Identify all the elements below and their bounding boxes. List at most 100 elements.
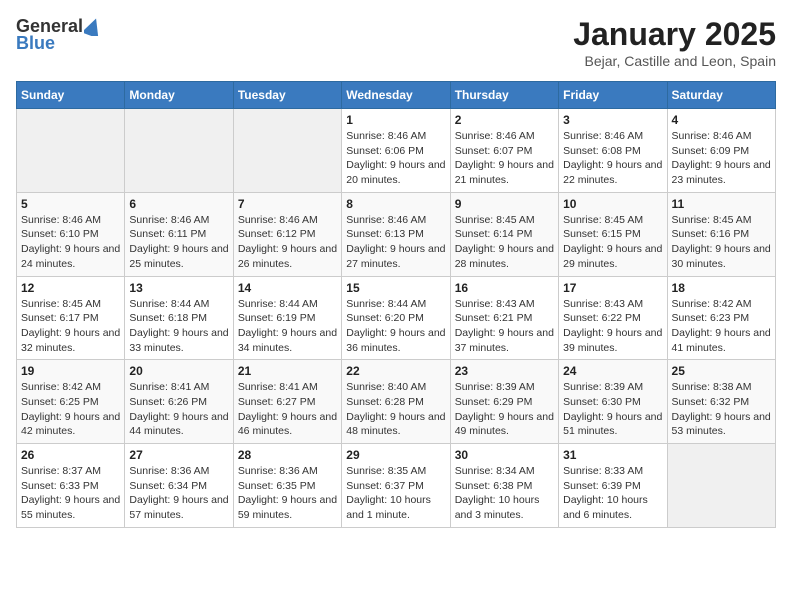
page-subtitle: Bejar, Castille and Leon, Spain — [573, 53, 776, 69]
day-info: Sunrise: 8:46 AM Sunset: 6:08 PM Dayligh… — [563, 129, 662, 188]
day-number: 20 — [129, 364, 228, 378]
day-number: 14 — [238, 281, 337, 295]
calendar-cell: 22 Sunrise: 8:40 AM Sunset: 6:28 PM Dayli… — [342, 360, 450, 444]
calendar-cell: 19Sunrise: 8:42 AM Sunset: 6:25 PM Dayli… — [17, 360, 125, 444]
calendar-cell: 17Sunrise: 8:43 AM Sunset: 6:22 PM Dayli… — [559, 276, 667, 360]
calendar-cell: 6 Sunrise: 8:46 AM Sunset: 6:11 PM Daylig… — [125, 192, 233, 276]
day-number: 12 — [21, 281, 120, 295]
column-header-friday: Friday — [559, 82, 667, 109]
calendar-week-row: 19Sunrise: 8:42 AM Sunset: 6:25 PM Dayli… — [17, 360, 776, 444]
day-info: Sunrise: 8:46 AM Sunset: 6:07 PM Dayligh… — [455, 129, 554, 188]
day-info: Sunrise: 8:37 AM Sunset: 6:33 PM Dayligh… — [21, 464, 120, 523]
page-title: January 2025 — [573, 16, 776, 53]
column-header-tuesday: Tuesday — [233, 82, 341, 109]
logo-icon — [84, 18, 102, 36]
day-number: 25 — [672, 364, 771, 378]
calendar-cell: 18 Sunrise: 8:42 AM Sunset: 6:23 PM Dayli… — [667, 276, 775, 360]
day-info: Sunrise: 8:44 AM Sunset: 6:18 PM Dayligh… — [129, 297, 228, 356]
day-info: Sunrise: 8:45 AM Sunset: 6:14 PM Dayligh… — [455, 213, 554, 272]
calendar-cell: 7 Sunrise: 8:46 AM Sunset: 6:12 PM Daylig… — [233, 192, 341, 276]
calendar-cell — [667, 444, 775, 528]
day-info: Sunrise: 8:43 AM Sunset: 6:22 PM Dayligh… — [563, 297, 662, 356]
day-number: 16 — [455, 281, 554, 295]
day-number: 15 — [346, 281, 445, 295]
day-number: 28 — [238, 448, 337, 462]
calendar-cell — [125, 109, 233, 193]
day-info: Sunrise: 8:45 AM Sunset: 6:17 PM Dayligh… — [21, 297, 120, 356]
day-number: 23 — [455, 364, 554, 378]
calendar-cell: 25Sunrise: 8:38 AM Sunset: 6:32 PM Dayli… — [667, 360, 775, 444]
calendar-cell: 20 Sunrise: 8:41 AM Sunset: 6:26 PM Dayli… — [125, 360, 233, 444]
calendar-cell: 4 Sunrise: 8:46 AM Sunset: 6:09 PM Daylig… — [667, 109, 775, 193]
day-info: Sunrise: 8:45 AM Sunset: 6:15 PM Dayligh… — [563, 213, 662, 272]
calendar-cell — [17, 109, 125, 193]
day-info: Sunrise: 8:39 AM Sunset: 6:29 PM Dayligh… — [455, 380, 554, 439]
calendar-cell: 14 Sunrise: 8:44 AM Sunset: 6:19 PM Dayli… — [233, 276, 341, 360]
day-number: 8 — [346, 197, 445, 211]
day-number: 11 — [672, 197, 771, 211]
calendar-cell: 31Sunrise: 8:33 AM Sunset: 6:39 PM Dayli… — [559, 444, 667, 528]
day-number: 5 — [21, 197, 120, 211]
calendar-cell: 21Sunrise: 8:41 AM Sunset: 6:27 PM Dayli… — [233, 360, 341, 444]
calendar-header: SundayMondayTuesdayWednesdayThursdayFrid… — [17, 82, 776, 109]
day-number: 7 — [238, 197, 337, 211]
day-info: Sunrise: 8:46 AM Sunset: 6:09 PM Dayligh… — [672, 129, 771, 188]
day-info: Sunrise: 8:46 AM Sunset: 6:12 PM Dayligh… — [238, 213, 337, 272]
calendar-cell: 9 Sunrise: 8:45 AM Sunset: 6:14 PM Daylig… — [450, 192, 558, 276]
day-info: Sunrise: 8:45 AM Sunset: 6:16 PM Dayligh… — [672, 213, 771, 272]
calendar-cell — [233, 109, 341, 193]
day-info: Sunrise: 8:46 AM Sunset: 6:11 PM Dayligh… — [129, 213, 228, 272]
day-number: 2 — [455, 113, 554, 127]
day-info: Sunrise: 8:41 AM Sunset: 6:26 PM Dayligh… — [129, 380, 228, 439]
calendar-body: 1 Sunrise: 8:46 AM Sunset: 6:06 PM Daylig… — [17, 109, 776, 528]
day-info: Sunrise: 8:40 AM Sunset: 6:28 PM Dayligh… — [346, 380, 445, 439]
day-number: 22 — [346, 364, 445, 378]
day-info: Sunrise: 8:33 AM Sunset: 6:39 PM Dayligh… — [563, 464, 662, 523]
day-number: 9 — [455, 197, 554, 211]
calendar-cell: 5Sunrise: 8:46 AM Sunset: 6:10 PM Daylig… — [17, 192, 125, 276]
day-info: Sunrise: 8:34 AM Sunset: 6:38 PM Dayligh… — [455, 464, 554, 523]
day-number: 3 — [563, 113, 662, 127]
day-info: Sunrise: 8:44 AM Sunset: 6:19 PM Dayligh… — [238, 297, 337, 356]
column-header-wednesday: Wednesday — [342, 82, 450, 109]
day-info: Sunrise: 8:36 AM Sunset: 6:35 PM Dayligh… — [238, 464, 337, 523]
calendar-week-row: 5Sunrise: 8:46 AM Sunset: 6:10 PM Daylig… — [17, 192, 776, 276]
day-info: Sunrise: 8:46 AM Sunset: 6:13 PM Dayligh… — [346, 213, 445, 272]
calendar-cell: 16 Sunrise: 8:43 AM Sunset: 6:21 PM Dayli… — [450, 276, 558, 360]
day-info: Sunrise: 8:46 AM Sunset: 6:06 PM Dayligh… — [346, 129, 445, 188]
column-header-sunday: Sunday — [17, 82, 125, 109]
calendar-cell: 26 Sunrise: 8:37 AM Sunset: 6:33 PM Dayli… — [17, 444, 125, 528]
logo: General Blue — [16, 16, 103, 54]
logo-blue: Blue — [16, 33, 55, 54]
day-number: 1 — [346, 113, 445, 127]
calendar-table: SundayMondayTuesdayWednesdayThursdayFrid… — [16, 81, 776, 528]
day-info: Sunrise: 8:43 AM Sunset: 6:21 PM Dayligh… — [455, 297, 554, 356]
calendar-cell: 2 Sunrise: 8:46 AM Sunset: 6:07 PM Daylig… — [450, 109, 558, 193]
calendar-cell: 8 Sunrise: 8:46 AM Sunset: 6:13 PM Daylig… — [342, 192, 450, 276]
day-info: Sunrise: 8:42 AM Sunset: 6:23 PM Dayligh… — [672, 297, 771, 356]
calendar-week-row: 26 Sunrise: 8:37 AM Sunset: 6:33 PM Dayli… — [17, 444, 776, 528]
calendar-cell: 13 Sunrise: 8:44 AM Sunset: 6:18 PM Dayli… — [125, 276, 233, 360]
day-number: 13 — [129, 281, 228, 295]
day-number: 6 — [129, 197, 228, 211]
column-header-saturday: Saturday — [667, 82, 775, 109]
day-number: 4 — [672, 113, 771, 127]
calendar-cell: 11 Sunrise: 8:45 AM Sunset: 6:16 PM Dayli… — [667, 192, 775, 276]
column-header-monday: Monday — [125, 82, 233, 109]
page-header: General Blue January 2025 Bejar, Castill… — [16, 16, 776, 69]
day-info: Sunrise: 8:44 AM Sunset: 6:20 PM Dayligh… — [346, 297, 445, 356]
day-info: Sunrise: 8:41 AM Sunset: 6:27 PM Dayligh… — [238, 380, 337, 439]
calendar-cell: 27Sunrise: 8:36 AM Sunset: 6:34 PM Dayli… — [125, 444, 233, 528]
day-info: Sunrise: 8:35 AM Sunset: 6:37 PM Dayligh… — [346, 464, 445, 523]
day-number: 26 — [21, 448, 120, 462]
day-info: Sunrise: 8:39 AM Sunset: 6:30 PM Dayligh… — [563, 380, 662, 439]
day-info: Sunrise: 8:36 AM Sunset: 6:34 PM Dayligh… — [129, 464, 228, 523]
calendar-cell: 23 Sunrise: 8:39 AM Sunset: 6:29 PM Dayli… — [450, 360, 558, 444]
column-header-thursday: Thursday — [450, 82, 558, 109]
calendar-cell: 30Sunrise: 8:34 AM Sunset: 6:38 PM Dayli… — [450, 444, 558, 528]
day-number: 24 — [563, 364, 662, 378]
calendar-cell: 15 Sunrise: 8:44 AM Sunset: 6:20 PM Dayli… — [342, 276, 450, 360]
calendar-cell: 24 Sunrise: 8:39 AM Sunset: 6:30 PM Dayli… — [559, 360, 667, 444]
calendar-cell: 3 Sunrise: 8:46 AM Sunset: 6:08 PM Daylig… — [559, 109, 667, 193]
day-number: 18 — [672, 281, 771, 295]
